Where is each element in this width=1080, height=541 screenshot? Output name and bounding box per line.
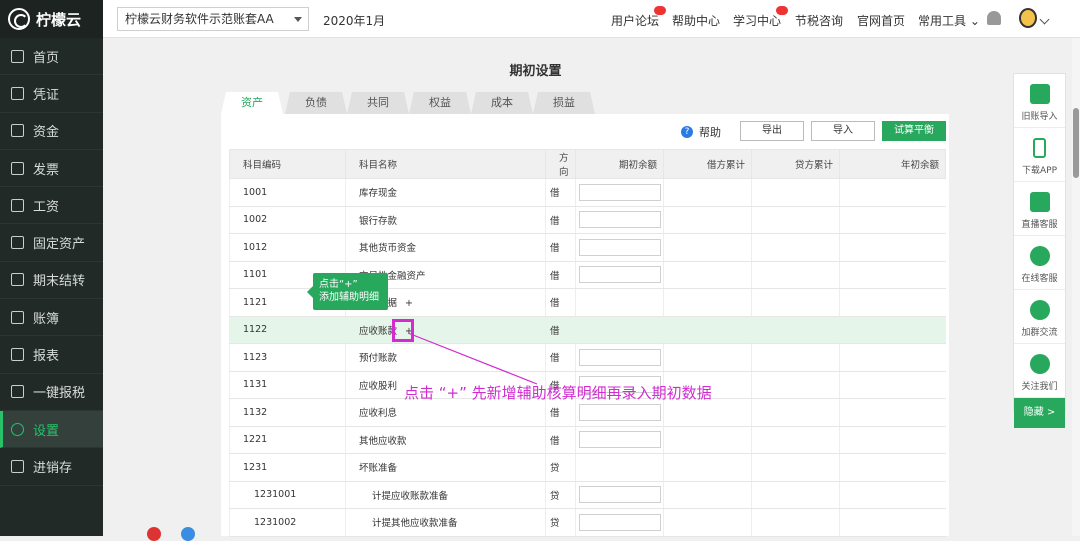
scrollbar-thumb[interactable] <box>1073 108 1079 178</box>
annotation-text: 点击 “+” 先新增辅助核算明细再录入期初数据 <box>404 384 712 402</box>
online-service[interactable]: 在线客服 <box>1014 236 1065 290</box>
browser-icon <box>181 527 195 541</box>
hide-panel-button[interactable]: 隐藏 > <box>1014 398 1065 428</box>
wechat-icon <box>1029 354 1050 374</box>
group-icon <box>1029 300 1050 320</box>
join-group[interactable]: 加群交流 <box>1014 290 1065 344</box>
user-icon <box>1029 246 1050 266</box>
follow-us[interactable]: 关注我们 <box>1014 344 1065 398</box>
download-icon <box>1029 84 1050 104</box>
live-service[interactable]: 直播客服 <box>1014 182 1065 236</box>
old-ledger-import[interactable]: 旧账导入 <box>1014 74 1065 128</box>
apple-icon <box>147 527 161 541</box>
download-app[interactable]: 下载APP <box>1014 128 1065 182</box>
phone-icon <box>1033 138 1046 158</box>
right-service-panel: 旧账导入 下载APP 直播客服 在线客服 加群交流 关注我们 隐藏 > <box>1013 73 1066 428</box>
scrollbar[interactable] <box>1072 38 1080 536</box>
video-icon <box>1029 192 1050 212</box>
annotation-arrow <box>407 332 538 385</box>
